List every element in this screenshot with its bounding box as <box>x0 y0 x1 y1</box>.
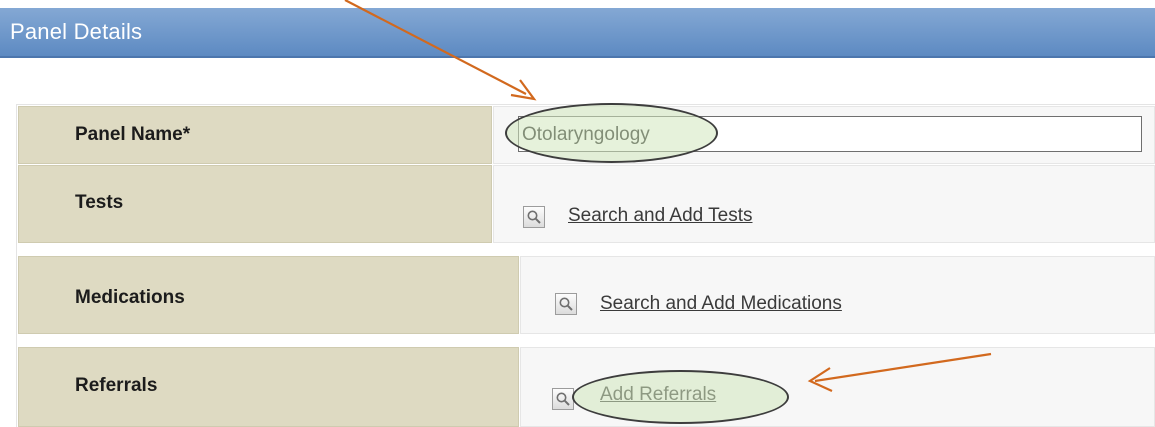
referrals-label-cell: Referrals <box>18 347 519 427</box>
page-title: Panel Details <box>10 19 143 44</box>
referrals-label: Referrals <box>75 375 158 396</box>
search-medications-icon[interactable] <box>555 293 577 315</box>
medications-label: Medications <box>75 287 185 308</box>
medications-label-cell: Medications <box>18 256 519 334</box>
add-referrals-link[interactable]: Add Referrals <box>600 384 716 406</box>
tests-value-cell <box>493 165 1155 243</box>
panel-details-header: Panel Details <box>0 8 1155 58</box>
tests-label: Tests <box>75 192 124 213</box>
panel-name-input[interactable] <box>518 116 1142 152</box>
panel-name-label: Panel Name* <box>75 124 191 145</box>
search-add-medications-link[interactable]: Search and Add Medications <box>600 293 842 315</box>
search-referrals-icon[interactable] <box>552 388 574 410</box>
panel-details-page: Panel Details Panel Name* Tests Search a… <box>0 0 1155 427</box>
panel-name-label-cell: Panel Name* <box>18 106 492 164</box>
search-tests-icon[interactable] <box>523 206 545 228</box>
tests-label-cell: Tests <box>18 165 492 243</box>
search-add-tests-link[interactable]: Search and Add Tests <box>568 205 753 227</box>
